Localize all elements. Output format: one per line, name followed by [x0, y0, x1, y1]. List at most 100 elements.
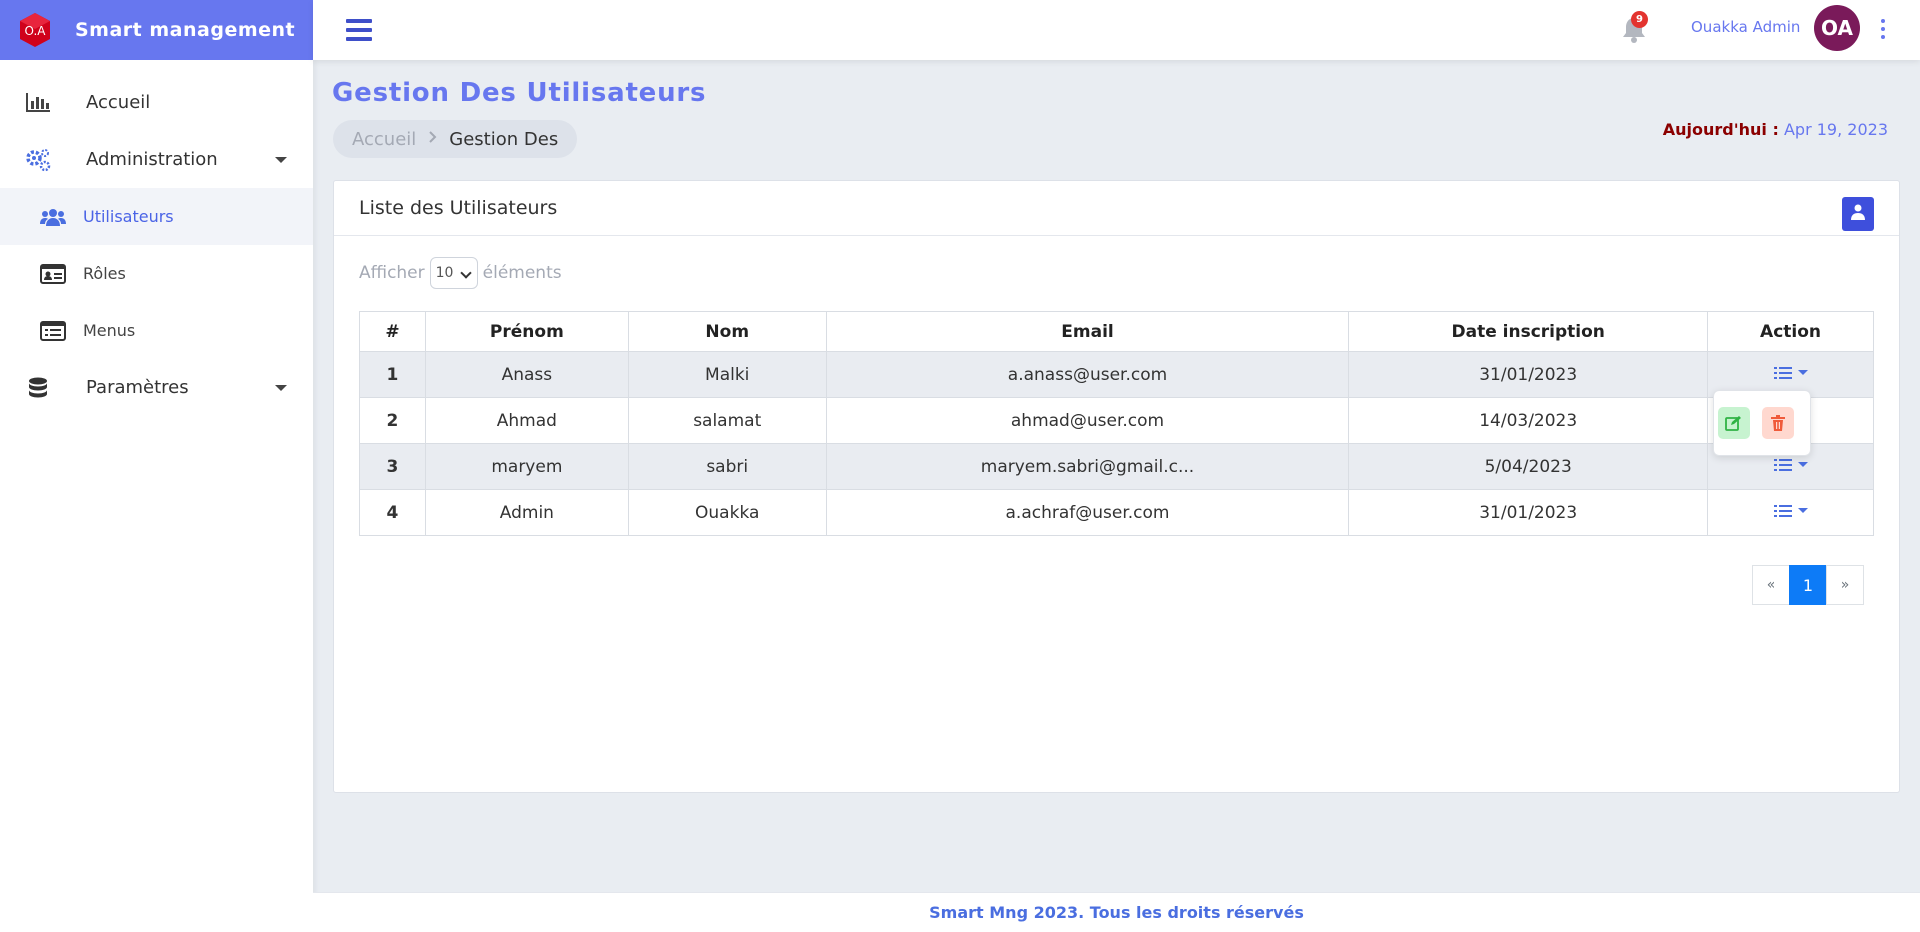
- sidebar-item-label: Paramètres: [86, 377, 189, 398]
- cell-email: a.anass@user.com: [825, 351, 1350, 398]
- svg-text:O.A: O.A: [25, 24, 47, 38]
- brand-logo-icon: O.A: [18, 13, 52, 47]
- user-name[interactable]: Ouakka Admin: [1691, 18, 1800, 36]
- cell-prenom: Anass: [424, 351, 629, 398]
- today-value: Apr 19, 2023: [1783, 120, 1888, 139]
- edit-button[interactable]: [1718, 407, 1750, 439]
- table-row: 1 Anass Malki a.anass@user.com 31/01/202…: [359, 351, 1874, 398]
- list-icon: [1773, 504, 1792, 517]
- caret-down-icon: [1797, 508, 1808, 513]
- sidebar-item-label: Accueil: [86, 92, 151, 113]
- list-icon: [1773, 458, 1792, 471]
- breadcrumb-home-link[interactable]: Accueil: [352, 129, 416, 150]
- sidebar: O.A Smart management Accueil Administrat…: [0, 0, 313, 932]
- sidebar-item-administration[interactable]: Administration: [0, 131, 313, 188]
- bar-chart-icon: [24, 91, 52, 115]
- cell-nom: Malki: [627, 351, 827, 398]
- cogs-icon: [24, 148, 52, 172]
- length-label-after: éléments: [482, 263, 562, 283]
- users-icon: [40, 206, 66, 228]
- action-dropdown-toggle[interactable]: [1773, 458, 1808, 472]
- table-row: 2 Ahmad salamat ahmad@user.com 14/03/202…: [359, 397, 1874, 444]
- database-icon: [24, 376, 52, 400]
- cell-date: 5/04/2023: [1348, 443, 1709, 490]
- edit-icon: [1725, 416, 1741, 431]
- column-header: Action: [1707, 311, 1874, 352]
- action-dropdown-toggle[interactable]: [1773, 366, 1808, 380]
- delete-button[interactable]: [1762, 407, 1794, 439]
- sidebar-item-label: Utilisateurs: [83, 207, 174, 226]
- users-card: Liste des Utilisateurs Afficher 10 éléme…: [333, 180, 1900, 793]
- column-header[interactable]: Prénom: [424, 311, 629, 352]
- cell-date: 14/03/2023: [1348, 397, 1709, 444]
- today-date: Aujourd'hui : Apr 19, 2023: [1663, 120, 1888, 139]
- list-icon: [1773, 366, 1792, 379]
- user-icon: [1851, 204, 1865, 224]
- cell-nom: salamat: [627, 397, 827, 444]
- cell-num: 2: [359, 397, 426, 444]
- cell-prenom: maryem: [424, 443, 629, 490]
- sidebar-item-accueil[interactable]: Accueil: [0, 74, 313, 131]
- cell-num: 1: [359, 351, 426, 398]
- action-dropdown-menu: [1713, 390, 1811, 456]
- table-row: 3 maryem sabri maryem.sabri@gmail.c... 5…: [359, 443, 1874, 490]
- sidebar-item-menus[interactable]: Menus: [0, 302, 313, 359]
- hamburger-menu-icon[interactable]: [346, 19, 372, 41]
- today-label: Aujourd'hui :: [1662, 120, 1779, 139]
- notification-badge: 9: [1631, 11, 1648, 28]
- id-card-icon: [40, 263, 66, 285]
- column-header[interactable]: Date inscription: [1348, 311, 1709, 352]
- cell-date: 31/01/2023: [1348, 351, 1709, 398]
- page-length-control: Afficher 10 éléments: [359, 257, 562, 289]
- more-vertical-icon[interactable]: [1880, 19, 1886, 39]
- cell-date: 31/01/2023: [1348, 489, 1709, 536]
- cell-num: 4: [359, 489, 426, 536]
- avatar[interactable]: OA: [1814, 5, 1860, 51]
- sidebar-item-roles[interactable]: Rôles: [0, 245, 313, 302]
- length-label-before: Afficher: [359, 263, 425, 283]
- sidebar-item-utilisateurs[interactable]: Utilisateurs: [0, 188, 313, 245]
- breadcrumb-current: Gestion Des: [449, 128, 559, 150]
- cell-prenom: Admin: [424, 489, 629, 536]
- chevron-down-icon: [459, 267, 472, 279]
- brand-title: Smart management: [75, 19, 296, 41]
- footer: Smart Mng 2023. Tous les droits réservés: [313, 892, 1920, 932]
- caret-down-icon: [1797, 370, 1808, 375]
- cell-email: maryem.sabri@gmail.c...: [825, 443, 1350, 490]
- cell-nom: sabri: [627, 443, 827, 490]
- sidebar-nav: Accueil Administration Utilisateurs Rôle…: [0, 74, 313, 416]
- caret-down-icon: [1797, 462, 1808, 467]
- column-header[interactable]: Nom: [627, 311, 827, 352]
- sidebar-item-label: Rôles: [83, 264, 126, 283]
- pagination-page-current[interactable]: 1: [1789, 565, 1827, 605]
- column-header[interactable]: #: [359, 311, 426, 352]
- caret-down-icon: [275, 156, 287, 163]
- column-header[interactable]: Email: [825, 311, 1350, 352]
- page-length-value: 10: [435, 265, 454, 281]
- caret-down-icon: [275, 384, 287, 391]
- pagination-prev[interactable]: «: [1752, 565, 1790, 605]
- page-length-select[interactable]: 10: [429, 257, 478, 289]
- cell-email: a.achraf@user.com: [825, 489, 1350, 536]
- page-title: Gestion Des Utilisateurs: [332, 78, 707, 108]
- breadcrumb: Accueil Gestion Des: [333, 120, 578, 158]
- card-header: Liste des Utilisateurs: [334, 181, 1899, 236]
- add-user-button[interactable]: [1842, 197, 1874, 231]
- sidebar-item-parametres[interactable]: Paramètres: [0, 359, 313, 416]
- action-dropdown-toggle[interactable]: [1773, 504, 1808, 518]
- topbar: 9 Ouakka Admin OA: [313, 0, 1920, 60]
- pagination-next[interactable]: »: [1826, 565, 1864, 605]
- list-alt-icon: [40, 320, 66, 342]
- table-row: 4 Admin Ouakka a.achraf@user.com 31/01/2…: [359, 489, 1874, 536]
- pagination: « 1 »: [1752, 565, 1864, 605]
- chevron-right-icon: [428, 131, 437, 147]
- brand-bar[interactable]: O.A Smart management: [0, 0, 313, 60]
- card-title: Liste des Utilisateurs: [359, 197, 558, 219]
- sidebar-item-label: Administration: [86, 149, 218, 170]
- trash-icon: [1771, 415, 1785, 431]
- cell-email: ahmad@user.com: [825, 397, 1350, 444]
- cell-action: [1707, 489, 1874, 536]
- sidebar-item-label: Menus: [83, 321, 136, 340]
- footer-text: Smart Mng 2023. Tous les droits réservés: [929, 903, 1304, 922]
- cell-nom: Ouakka: [627, 489, 827, 536]
